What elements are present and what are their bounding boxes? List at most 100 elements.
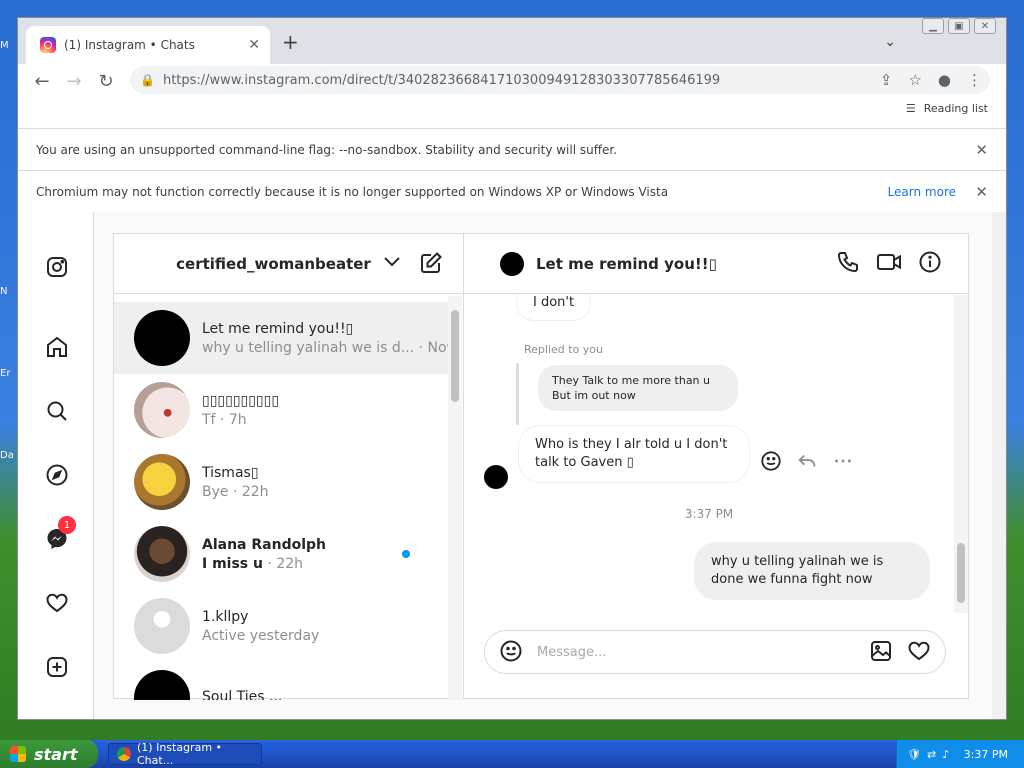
home-icon[interactable]: [44, 334, 70, 360]
inbox-column: certified_womanbeater Let me remind you!…: [114, 234, 464, 700]
reading-list-button[interactable]: ☰ Reading list: [906, 102, 988, 115]
page-content: 1 certified_womanbeater Let me remind yo…: [18, 212, 1006, 719]
back-button[interactable]: ←: [26, 71, 58, 92]
infobar-sandbox: You are using an unsupported command-lin…: [18, 128, 1006, 170]
instagram-logo-icon[interactable]: [44, 254, 70, 280]
message-bubble[interactable]: I don't: [516, 295, 592, 321]
search-icon[interactable]: [44, 398, 70, 424]
message-bubble-mine[interactable]: why u telling yalinah we is done we funn…: [694, 542, 930, 600]
conversation-info-icon[interactable]: [918, 250, 942, 277]
profile-icon[interactable]: ●: [938, 71, 951, 89]
instagram-favicon-icon: [40, 37, 56, 53]
close-window-button[interactable]: ✕: [974, 18, 996, 34]
maximize-button[interactable]: ▣: [948, 18, 970, 34]
quoted-message[interactable]: They Talk to me more than u But im out n…: [538, 365, 738, 411]
tab-title: (1) Instagram • Chats: [64, 38, 195, 52]
thread-name: Tismas▯: [202, 464, 259, 481]
direct-messages-panel: certified_womanbeater Let me remind you!…: [113, 233, 969, 700]
avatar: [134, 310, 190, 366]
conversation-title[interactable]: Let me remind you!!▯: [536, 255, 717, 273]
lock-icon[interactable]: 🔒: [140, 73, 155, 87]
window-controls: ▁ ▣ ✕: [922, 18, 996, 34]
page-scrollbar[interactable]: [992, 212, 1006, 719]
infobar-text: Chromium may not function correctly beca…: [36, 184, 669, 199]
more-options-icon[interactable]: [832, 450, 854, 476]
close-infobar-icon[interactable]: ✕: [975, 183, 988, 201]
avatar[interactable]: [500, 251, 524, 276]
tab-instagram[interactable]: (1) Instagram • Chats ✕: [26, 26, 270, 64]
omnibox-actions: ⇪ ☆ ● ⋮: [880, 71, 982, 89]
new-tab-button[interactable]: +: [282, 32, 299, 52]
instagram-sidebar: 1: [18, 212, 94, 719]
conversation-header: Let me remind you!!▯: [464, 234, 968, 294]
thread-item[interactable]: 1.kllpy Active yesterday: [114, 590, 448, 662]
phone-call-icon[interactable]: [836, 250, 860, 277]
share-icon[interactable]: ⇪: [880, 71, 893, 89]
desktop-icon-label[interactable]: Da: [0, 450, 14, 461]
emoji-picker-icon[interactable]: [499, 639, 523, 666]
desktop-icon-label[interactable]: Er: [0, 368, 10, 379]
image-upload-icon[interactable]: [869, 639, 893, 666]
video-call-icon[interactable]: [876, 250, 902, 277]
security-shield-icon[interactable]: 🛡: [907, 748, 921, 761]
reply-arrow-icon[interactable]: [796, 450, 818, 476]
message-input[interactable]: [537, 644, 869, 660]
explore-compass-icon[interactable]: [44, 462, 70, 488]
like-heart-icon[interactable]: [907, 639, 931, 666]
volume-icon[interactable]: ♪: [942, 748, 949, 761]
conversation-actions: [836, 250, 942, 277]
heart-notifications-icon[interactable]: [44, 590, 70, 616]
thread-item[interactable]: Tismas▯ Bye · 22h: [114, 446, 448, 518]
tab-search-chevron-icon[interactable]: ⌄: [884, 34, 896, 50]
minimize-button[interactable]: ▁: [922, 18, 944, 34]
scrollbar-thumb[interactable]: [957, 543, 965, 603]
reading-list-label: Reading list: [923, 102, 988, 115]
scrollbar-thumb[interactable]: [451, 310, 459, 402]
thread-item[interactable]: Let me remind you!!▯ why u telling yalin…: [114, 302, 448, 374]
avatar: [134, 454, 190, 510]
account-switcher[interactable]: certified_womanbeater: [176, 255, 371, 273]
message-bubble[interactable]: Who is they I alr told u I don't talk to…: [518, 425, 750, 483]
create-post-icon[interactable]: [44, 654, 70, 680]
windows-logo-icon: [10, 746, 26, 762]
learn-more-link[interactable]: Learn more: [888, 185, 956, 199]
infobar-unsupported-os: Chromium may not function correctly beca…: [18, 170, 1006, 212]
chevron-down-icon[interactable]: [383, 256, 401, 272]
messenger-icon[interactable]: 1: [44, 516, 76, 552]
compose-message-icon[interactable]: [419, 251, 443, 278]
message-timestamp: 3:37 PM: [684, 507, 734, 521]
thread-name: 1.kllpy: [202, 608, 249, 625]
avatar: [134, 670, 190, 700]
close-infobar-icon[interactable]: ✕: [975, 141, 988, 159]
message-composer: [484, 630, 946, 674]
address-bar[interactable]: 🔒 ⇪ ☆ ● ⋮: [130, 66, 990, 94]
taskbar-window-button[interactable]: (1) Instagram • Chat...: [108, 741, 262, 767]
desktop-icons: M N Er Da: [0, 0, 18, 740]
menu-kebab-icon[interactable]: ⋮: [967, 71, 982, 89]
reload-button[interactable]: ↻: [90, 71, 122, 92]
thread-list-scrollbar[interactable]: [448, 296, 462, 700]
url-input[interactable]: [162, 72, 853, 88]
desktop-icon-label[interactable]: M: [0, 40, 9, 51]
thread-item[interactable]: Alana Randolph I miss u · 22h: [114, 518, 448, 590]
forward-button[interactable]: →: [58, 71, 90, 92]
thread-name: ▯▯▯▯▯▯▯▯▯▯: [202, 392, 280, 409]
tab-strip: (1) Instagram • Chats ✕ + ⌄ ▁ ▣ ✕: [18, 18, 1006, 64]
conversation-scrollbar[interactable]: [954, 295, 968, 613]
conversation-column: Let me remind you!!▯ I don't Replied to …: [464, 234, 968, 698]
react-smiley-icon[interactable]: [760, 450, 782, 476]
reading-list-icon: ☰: [905, 102, 916, 115]
thread-preview: Active yesterday: [202, 627, 320, 644]
thread-preview: I miss u: [202, 555, 263, 572]
thread-name: Soul Ties ...: [202, 688, 283, 701]
bookmark-star-icon[interactable]: ☆: [908, 71, 921, 89]
thread-preview: Bye · 22h: [202, 483, 269, 500]
clock[interactable]: 3:37 PM: [964, 748, 1008, 761]
thread-item[interactable]: Soul Ties ...: [114, 662, 448, 700]
thread-item[interactable]: ▯▯▯▯▯▯▯▯▯▯ Tf · 7h: [114, 374, 448, 446]
close-tab-icon[interactable]: ✕: [248, 37, 260, 53]
start-button[interactable]: start: [0, 740, 98, 768]
network-icon[interactable]: ⇄: [927, 748, 936, 761]
unread-dot: [402, 550, 410, 558]
desktop-icon-label[interactable]: N: [0, 286, 7, 297]
